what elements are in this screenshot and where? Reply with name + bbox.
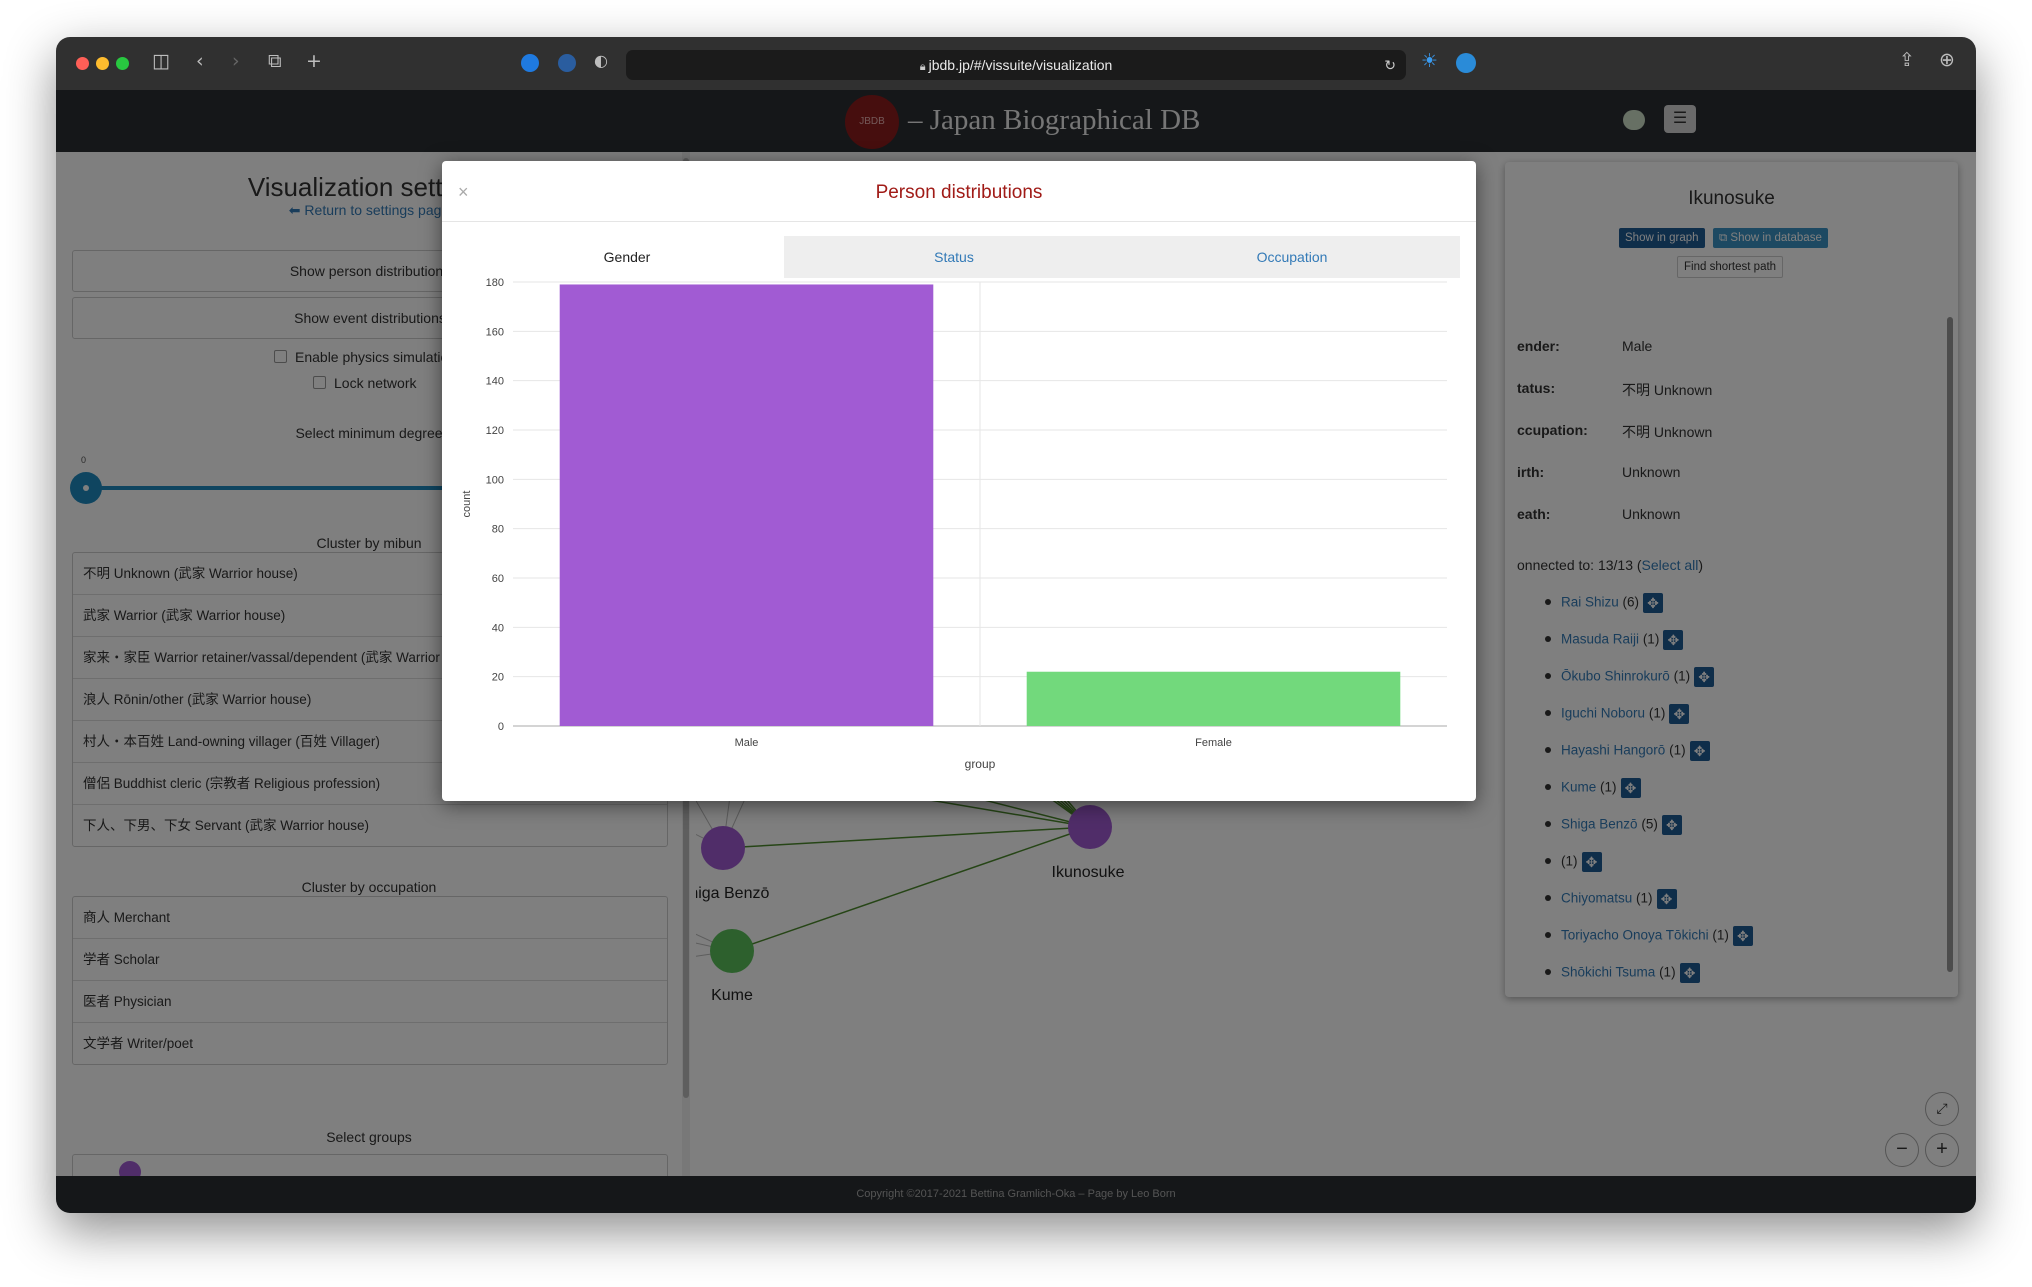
back-icon[interactable]: ‹ <box>196 50 204 72</box>
y-tick-label: 120 <box>486 425 504 437</box>
y-tick-label: 80 <box>492 524 504 536</box>
bar-female <box>1026 671 1401 726</box>
minimize-window-button[interactable] <box>96 57 109 70</box>
modal-title: Person distributions <box>875 182 1043 203</box>
browser-toolbar: ◫ ‹ › ⧉ + ◐ 🔒︎ jbdb.jp/#/vissuite/visual… <box>56 37 1976 90</box>
shield-icon[interactable]: ◐ <box>594 51 608 70</box>
forward-icon[interactable]: › <box>232 50 240 72</box>
sidebar-icon[interactable]: ◫ <box>152 50 170 72</box>
y-tick-label: 140 <box>486 376 504 388</box>
translate-extension-icon[interactable] <box>1456 53 1476 73</box>
y-tick-label: 100 <box>486 474 504 486</box>
address-bar[interactable]: 🔒︎ jbdb.jp/#/vissuite/visualization ↻ <box>626 50 1406 80</box>
tab-status[interactable]: Status <box>784 236 1124 278</box>
zoom-window-button[interactable] <box>116 57 129 70</box>
x-axis-label: group <box>965 757 996 771</box>
modal-divider <box>442 221 1476 222</box>
reload-icon[interactable]: ↻ <box>1384 50 1396 80</box>
y-tick-label: 20 <box>492 672 504 684</box>
x-tick-label: Male <box>735 737 759 749</box>
extension-icon[interactable] <box>558 54 576 72</box>
password-manager-icon[interactable] <box>521 54 539 72</box>
tabs-overview-icon[interactable]: ⧉ <box>268 50 282 72</box>
downloads-icon[interactable]: ⊕ <box>1939 49 1955 71</box>
y-tick-label: 160 <box>486 326 504 338</box>
close-icon[interactable]: × <box>458 182 469 203</box>
gender-bar-chart: 0 20 40 60 80 100 120 140 160 180 Male Female group c… <box>461 278 1447 771</box>
tab-occupation[interactable]: Occupation <box>1124 236 1460 278</box>
y-tick-label: 40 <box>492 622 504 634</box>
share-icon[interactable]: ⇪ <box>1899 49 1915 71</box>
person-distributions-modal: Person distributions × Gender Status Occ… <box>442 161 1476 801</box>
bar-male <box>559 284 934 726</box>
y-tick-label: 60 <box>492 573 504 585</box>
y-axis-label: count <box>461 491 473 518</box>
y-tick-label: 0 <box>498 721 504 733</box>
url-text: jbdb.jp/#/vissuite/visualization <box>928 57 1113 73</box>
tab-gender[interactable]: Gender <box>458 236 796 278</box>
y-tick-label: 180 <box>486 278 504 289</box>
close-window-button[interactable] <box>76 57 89 70</box>
brightness-extension-icon[interactable]: ☀ <box>1421 50 1438 72</box>
new-tab-icon[interactable]: + <box>306 50 322 72</box>
x-tick-label: Female <box>1195 737 1232 749</box>
lock-icon: 🔒︎ <box>919 61 929 73</box>
